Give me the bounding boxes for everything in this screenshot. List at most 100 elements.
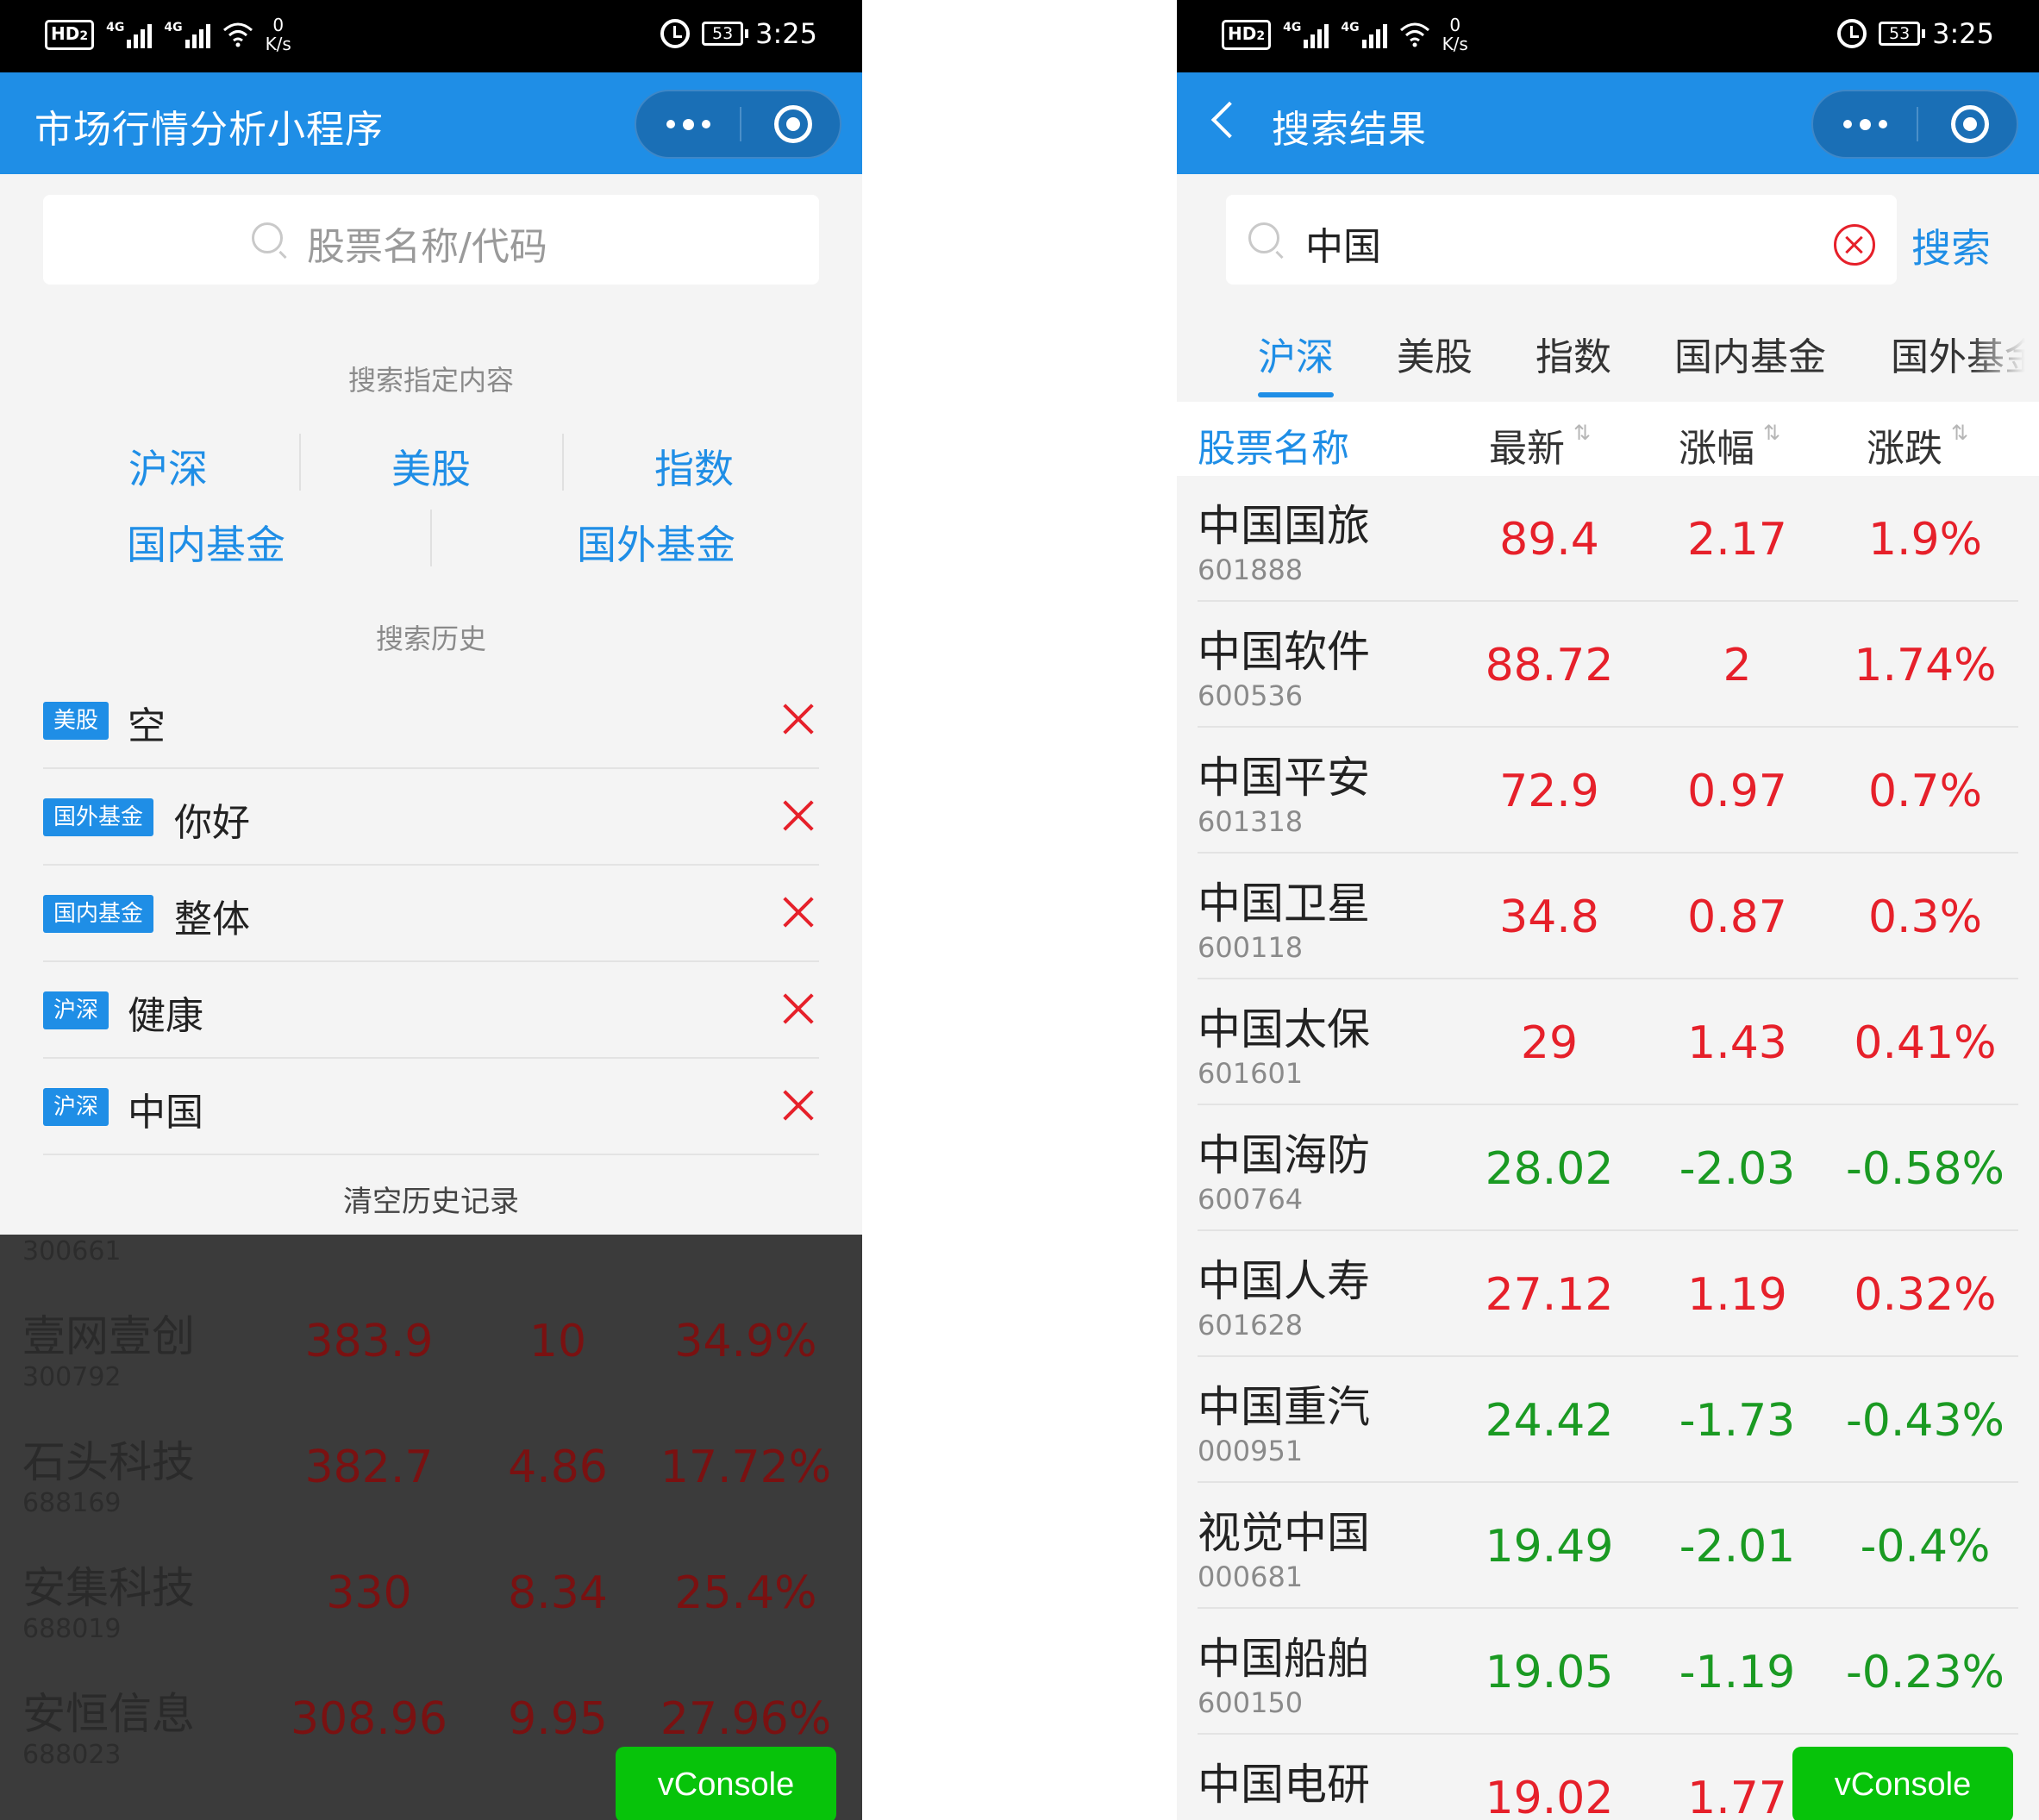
vconsole-button[interactable]: vConsole (616, 1747, 836, 1820)
nav-bar: 市场行情分析小程序 (0, 72, 862, 174)
stock-pct: -0.43% (1846, 1395, 2005, 1447)
table-row[interactable]: 中国人寿 601628 27.12 1.19 0.32% (1177, 1231, 2039, 1357)
tab-index[interactable]: 指数 (1536, 326, 1611, 381)
tab-us-stocks[interactable]: 美股 (1397, 326, 1473, 381)
table-row[interactable]: 中国卫星 600118 34.8 0.87 0.3% (1177, 854, 2039, 979)
stock-change: -1.19 (1679, 1647, 1796, 1698)
stock-pct: 34.9% (674, 1316, 817, 1367)
stock-change: 0.97 (1687, 766, 1787, 817)
tab-hushen[interactable]: 沪深 (1258, 326, 1334, 381)
clock: 3:25 (755, 17, 817, 50)
category-foreign-fund[interactable]: 国外基金 (548, 514, 764, 571)
table-row[interactable]: 中国海防 600764 28.02 -2.03 -0.58% (1177, 1105, 2039, 1231)
history-item[interactable]: 国内基金 整体 (43, 866, 819, 962)
history-category-badge: 国内基金 (43, 895, 154, 933)
table-row[interactable]: 中国太保 601601 29 1.43 0.41% (1177, 979, 2039, 1105)
wifi-icon (1399, 22, 1429, 47)
stock-latest: 34.8 (1499, 891, 1599, 943)
category-divider (562, 434, 564, 491)
tab-scroll-fade (1970, 319, 2039, 388)
stock-code: 688169 (22, 1488, 122, 1518)
stock-code: 601318 (1198, 805, 1304, 838)
history-keyword: 整体 (174, 897, 250, 941)
stock-pct: 17.72% (660, 1442, 832, 1493)
table-row[interactable]: 中国平安 601318 72.9 0.97 0.7% (1177, 728, 2039, 854)
history-item[interactable]: 美股空 (43, 672, 819, 769)
more-options-icon[interactable] (636, 91, 740, 157)
category-domestic-fund[interactable]: 国内基金 (98, 514, 314, 571)
category-index[interactable]: 指数 (608, 438, 780, 495)
stock-latest: 383.9 (304, 1316, 434, 1367)
back-arrow-icon[interactable] (1210, 101, 1248, 139)
close-mini-program-icon[interactable] (1951, 105, 1989, 143)
status-right: 53 3:25 (1837, 17, 1994, 50)
stock-latest: 308.96 (291, 1693, 447, 1745)
search-placeholder: 股票名称/代码 (307, 225, 547, 269)
wifi-icon (222, 22, 253, 47)
search-icon (252, 222, 283, 253)
stock-code: 601888 (1198, 554, 1304, 586)
stock-latest: 19.02 (1485, 1773, 1614, 1820)
clear-input-icon[interactable] (1834, 224, 1875, 266)
stock-change: 2 (1723, 640, 1752, 691)
stock-name: 中国重汽 (1198, 1382, 1370, 1432)
history-category-badge: 沪深 (43, 991, 109, 1029)
stock-change: 0.87 (1687, 891, 1787, 943)
stock-change: 2.17 (1687, 514, 1787, 566)
alarm-icon (660, 19, 691, 48)
search-results-screen: HD2 4G 4G 0 K/s 53 3:25 搜索结果 中国 搜索 沪深 美股 指数 国内… (1177, 0, 2039, 1820)
sort-icon: ⇅ (1951, 421, 1969, 445)
delete-history-icon[interactable] (781, 1088, 816, 1123)
delete-history-icon[interactable] (781, 798, 816, 833)
sort-icon: ⇅ (1763, 421, 1781, 445)
category-us-stocks[interactable]: 美股 (345, 438, 517, 495)
tab-domestic-fund[interactable]: 国内基金 (1674, 326, 1826, 381)
stock-pct: -0.58% (1846, 1143, 2005, 1195)
clear-history-button[interactable]: 清空历史记录 (0, 1178, 862, 1220)
stock-code: 688023 (22, 1740, 122, 1770)
stock-code: 600150 (1198, 1686, 1304, 1719)
history-keyword: 中国 (128, 1091, 203, 1135)
search-button[interactable]: 搜索 (1911, 217, 1991, 274)
table-row[interactable]: 中国软件 600536 88.72 2 1.74% (1177, 602, 2039, 728)
search-input[interactable]: 中国 (1226, 195, 1897, 285)
table-row[interactable]: 中国国旅 601888 89.4 2.17 1.9% (1177, 476, 2039, 602)
history-item[interactable]: 国外基金 你好 (43, 769, 819, 866)
stock-name: 中国电研 (1198, 1760, 1370, 1810)
search-input[interactable]: 股票名称/代码 (43, 195, 819, 285)
table-row[interactable]: 中国船舶 600150 19.05 -1.19 -0.23% (1177, 1609, 2039, 1735)
stock-name: 中国卫星 (1198, 879, 1370, 929)
history-keyword: 空 (128, 704, 166, 748)
table-row[interactable]: 视觉中国 000681 19.49 -2.01 -0.4% (1177, 1483, 2039, 1609)
search-query: 中国 (1305, 225, 1381, 269)
category-divider (430, 510, 432, 566)
mini-program-capsule (1811, 90, 2018, 159)
stock-latest: 27.12 (1485, 1269, 1614, 1321)
history-item[interactable]: 沪深 中国 (43, 1059, 819, 1155)
delete-history-icon[interactable] (781, 702, 816, 736)
stock-change: -1.73 (1679, 1395, 1796, 1447)
stock-code: 600536 (1198, 679, 1304, 712)
active-tab-indicator (1258, 392, 1334, 397)
vconsole-button[interactable]: vConsole (1792, 1747, 2013, 1820)
stock-change: 8.34 (508, 1567, 608, 1619)
background-stock-list: 300661 394.15.9422.1% 壹网壹创300792 383.9 10 34.… (0, 1235, 862, 1820)
stock-pct: 0.32% (1854, 1269, 1997, 1321)
more-options-icon[interactable] (1813, 91, 1917, 157)
signal-icon: 4G (1341, 21, 1387, 48)
stock-name: 中国人寿 (1198, 1256, 1370, 1306)
delete-history-icon[interactable] (781, 895, 816, 929)
column-header-pct[interactable]: 涨跌 ⇅ (1867, 417, 1968, 472)
stock-change: 4.86 (508, 1442, 608, 1493)
status-left: HD2 4G 4G 0 K/s (1222, 16, 1468, 53)
column-header-change[interactable]: 涨幅 ⇅ (1679, 417, 1780, 472)
delete-history-icon[interactable] (781, 991, 816, 1026)
table-row[interactable]: 中国重汽 000951 24.42 -1.73 -0.43% (1177, 1357, 2039, 1483)
close-mini-program-icon[interactable] (774, 105, 812, 143)
column-header-name[interactable]: 股票名称 (1198, 417, 1349, 472)
history-category-badge: 美股 (43, 702, 109, 740)
category-hushen[interactable]: 沪深 (82, 438, 254, 495)
column-header-latest[interactable]: 最新 ⇅ (1489, 417, 1591, 472)
history-item[interactable]: 沪深 健康 (43, 962, 819, 1059)
stock-name: 中国海防 (1198, 1130, 1370, 1180)
